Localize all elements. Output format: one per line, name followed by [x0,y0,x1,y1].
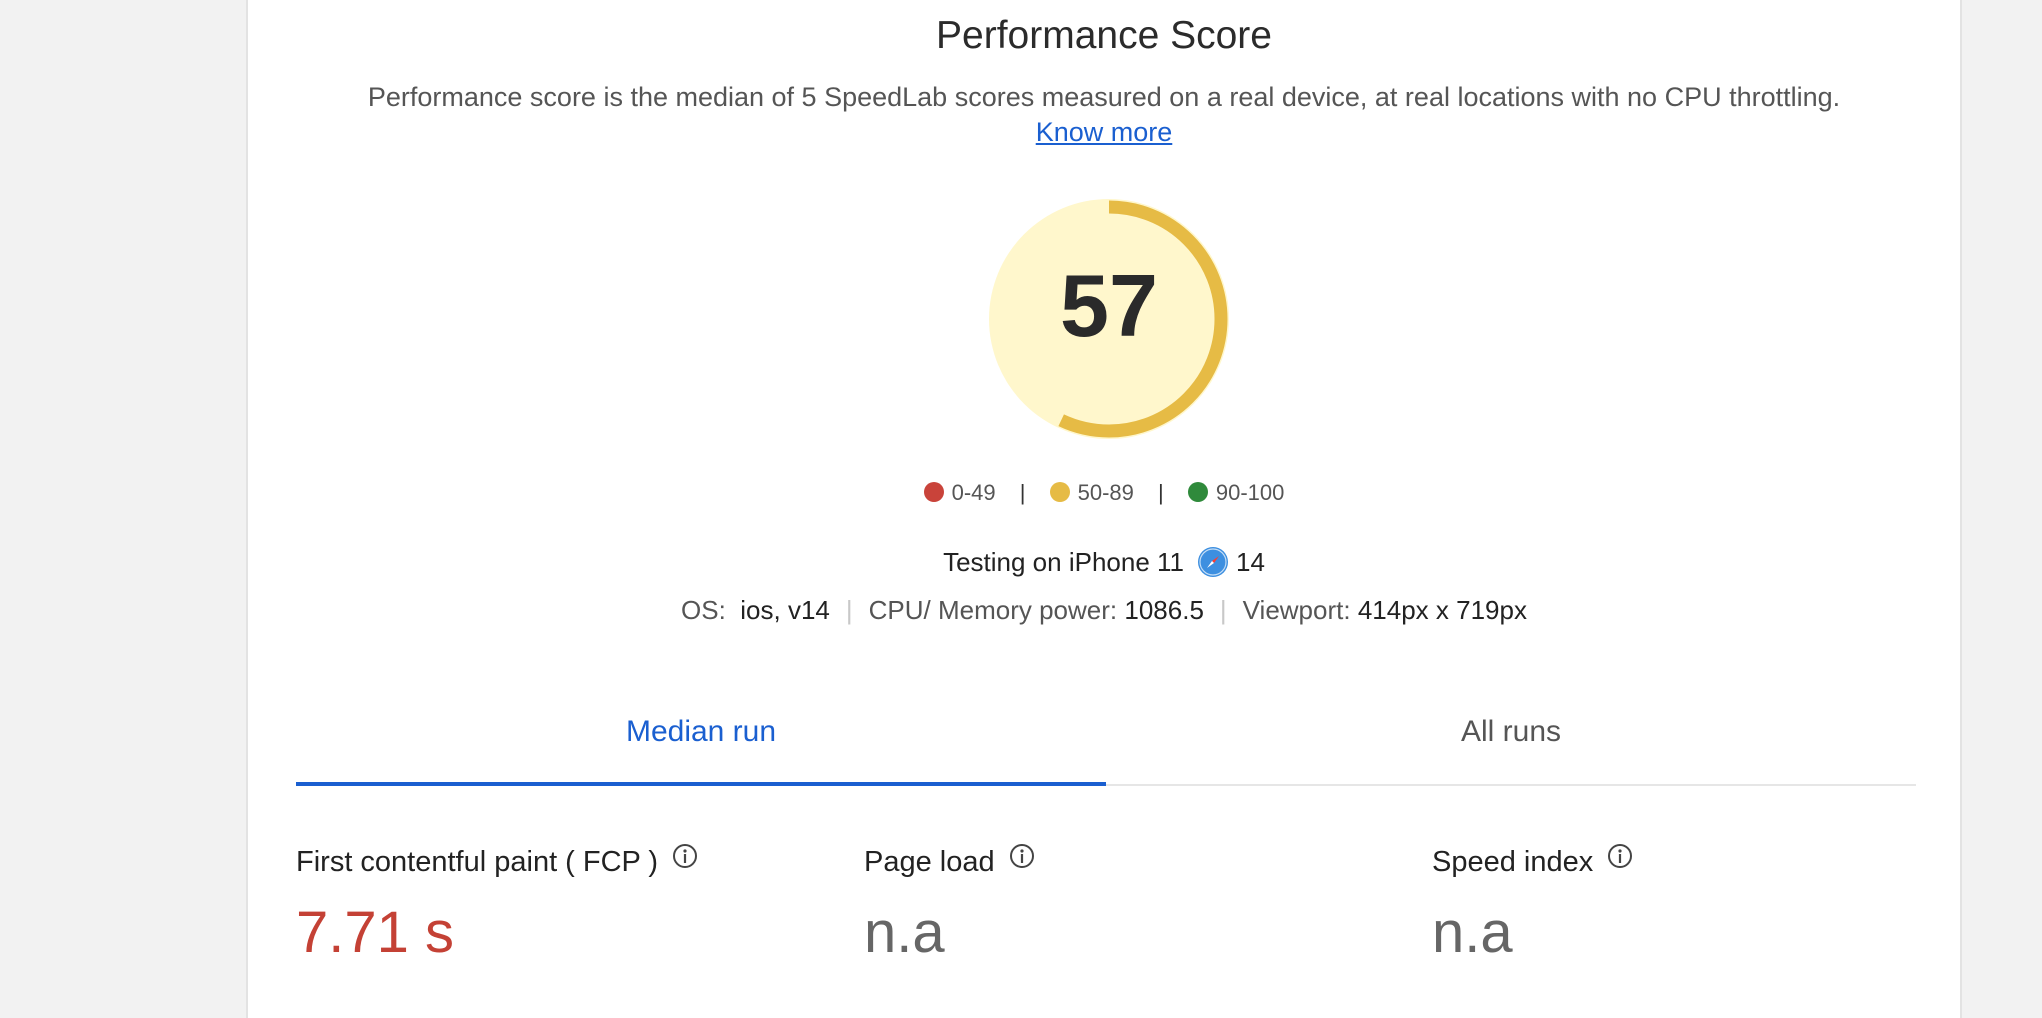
page-title: Performance Score [936,14,1272,57]
os-label: OS: [681,595,726,625]
legend-label: 90-100 [1215,480,1285,506]
legend-divider: | [1019,480,1026,506]
metric-page-load: Page load n.a [864,843,1035,966]
device-info: Testing on iPhone 11 14 [248,547,1960,579]
legend-dot-green [1187,482,1208,503]
run-tabs: Median run All runs [296,698,1916,786]
safari-icon [1198,547,1228,578]
score-value: 57 [1060,256,1158,355]
legend-dot-yellow [1049,482,1070,503]
legend-label: 0-49 [951,480,996,506]
metric-label: Page load [864,846,995,878]
metric-label: First contentful paint ( FCP ) [296,846,659,878]
cpu-value: 1086.5 [1124,595,1204,625]
metric-label: Speed index [1432,846,1594,878]
os-value: ios, v14 [740,595,830,625]
metric-fcp: First contentful paint ( FCP ) 7.71 s [296,843,698,966]
legend-divider: | [1158,480,1164,506]
know-more-link[interactable]: Know more [1036,117,1173,147]
performance-card: Performance Score Performance score is t… [246,0,1962,1018]
device-specs: OS: ios, v14 | CPU/ Memory power: 1086.5 | V… [248,595,1960,626]
score-gauge: 57 [984,194,1234,444]
tab-all-runs[interactable]: All runs [1106,698,1916,782]
info-icon[interactable] [1607,843,1633,877]
score-description: Performance score is the median of 5 Spe… [367,82,1841,112]
info-icon[interactable] [672,843,698,877]
legend-dot-red [923,482,944,503]
cpu-label: CPU/ Memory power: [868,595,1118,625]
metric-label-row: Speed index [1432,843,1633,880]
metric-value: 7.71 s [296,900,454,966]
browser-version: 14 [1236,547,1265,577]
score-legend: 0-49 | 50-89 | 90-100 [248,479,1960,506]
compass-needle-icon [1199,548,1227,576]
spec-divider: | [1219,595,1227,625]
device-name: Testing on iPhone 11 [943,547,1184,577]
legend-item-average: 50-89 [1049,480,1134,506]
legend-item-poor: 0-49 [923,480,996,506]
tab-median-run[interactable]: Median run [296,698,1106,786]
info-icon[interactable] [1009,843,1035,877]
viewport-value: 414px x 719px [1357,595,1527,625]
metric-value: n.a [1432,900,1513,966]
spec-divider: | [845,595,853,625]
metric-label-row: First contentful paint ( FCP ) [296,843,698,880]
know-more-container: Know more [248,117,1960,148]
metric-speed-index: Speed index n.a [1432,843,1633,966]
legend-item-good: 90-100 [1187,480,1285,506]
viewport-label: Viewport: [1242,595,1351,625]
legend-label: 50-89 [1077,480,1134,506]
metric-value: n.a [864,900,945,966]
metric-label-row: Page load [864,843,1035,880]
